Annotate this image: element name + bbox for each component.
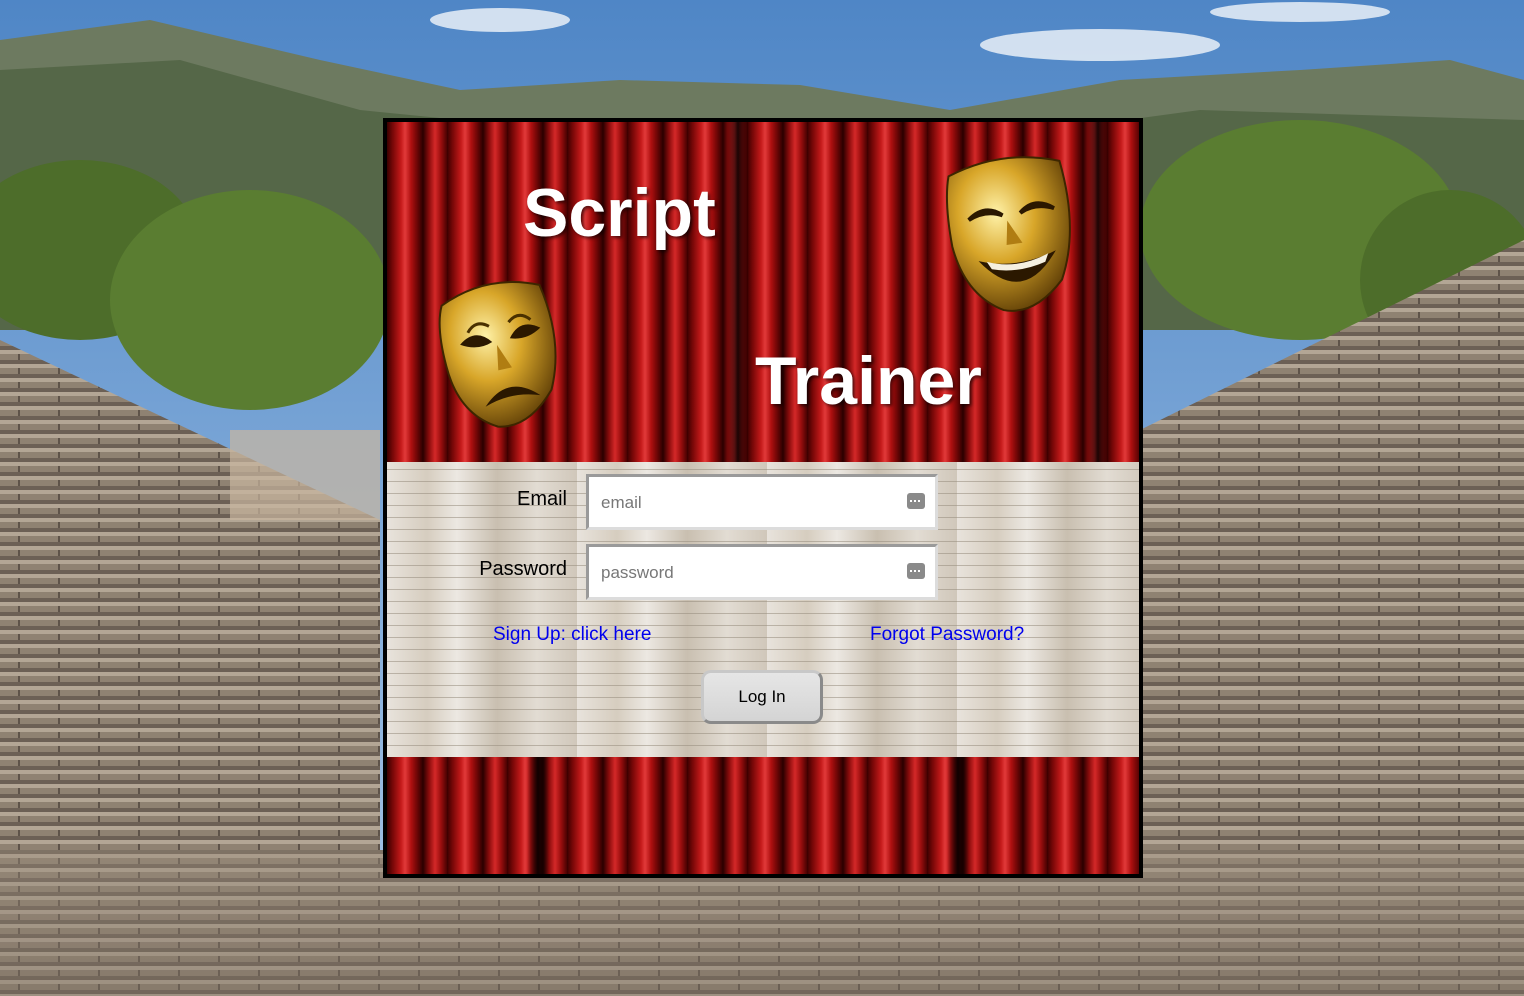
password-field[interactable] <box>586 544 938 600</box>
password-input[interactable] <box>599 559 893 587</box>
login-panel: Script Trainer Email email Password Sign… <box>383 118 1143 878</box>
tragedy-mask-icon <box>433 274 573 439</box>
email-field[interactable] <box>586 474 938 530</box>
app-title-line2: Trainer <box>755 343 982 419</box>
login-button[interactable]: Log In <box>701 670 823 724</box>
login-form: Email Password Sign Up: click here Forgo… <box>387 462 1139 757</box>
password-label: Password <box>479 558 567 580</box>
comedy-mask-icon <box>943 148 1083 323</box>
forgot-password-link[interactable]: Forgot Password? <box>870 624 1024 646</box>
email-input[interactable] <box>599 489 893 517</box>
app-title-line1: Script <box>523 175 716 251</box>
signup-link[interactable]: Sign Up: click here <box>493 624 651 646</box>
curtain-bottom <box>387 757 1139 874</box>
password-manager-key-icon[interactable] <box>907 563 925 579</box>
password-manager-key-icon[interactable] <box>907 493 925 509</box>
email-label: Email <box>516 488 567 510</box>
